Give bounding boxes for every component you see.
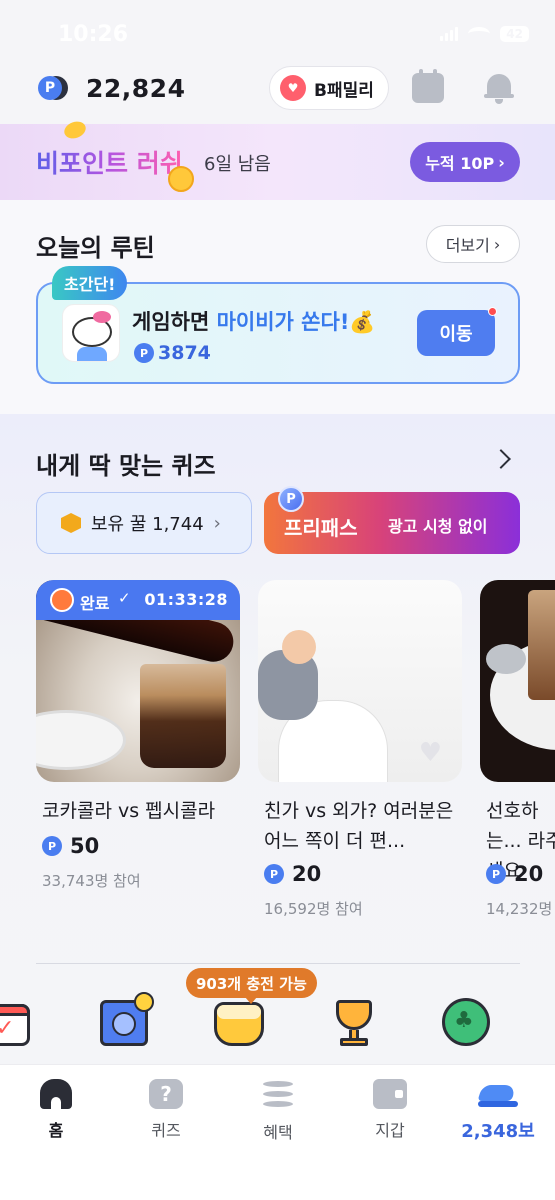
quiz-card-participants: 16,592명 참여 — [264, 900, 363, 918]
more-button[interactable]: 더보기 › — [426, 225, 520, 263]
money-bag-icon: 💰 — [349, 310, 376, 334]
tab-label: 지갑 — [375, 1121, 405, 1140]
more-label: 더보기 — [445, 236, 490, 255]
routine-message: 게임하면 마이비가 쏜다!💰 — [132, 306, 376, 336]
quiz-card-title: 친가 vs 외가? 여러분은 어느 쪽이 더 편... — [264, 800, 454, 852]
point-coin-icon: P — [42, 836, 62, 856]
quiz-card-participants: 14,232명 — [486, 900, 553, 918]
cumulative-points-button[interactable]: 누적 10P › — [410, 142, 520, 182]
honey-hexagon-icon — [61, 513, 81, 533]
clover-icon[interactable]: ♣ — [442, 998, 494, 1050]
chevron-right-icon: › — [493, 234, 501, 254]
top-header: P 22,824 ♥ B패밀리 — [0, 62, 555, 124]
status-time: 10:26 — [58, 22, 129, 47]
banner-title: 비포인트 러쉬 — [36, 144, 183, 180]
routine-message-prefix: 게임하면 — [132, 310, 217, 334]
tab-quiz[interactable]: ? 퀴즈 — [116, 1079, 216, 1145]
tab-wallet[interactable]: 지갑 — [340, 1079, 440, 1145]
quiz-card-participants: 33,743명 참여 — [42, 872, 141, 890]
tab-label: 혜택 — [263, 1123, 293, 1142]
tab-label: 퀴즈 — [151, 1121, 181, 1140]
wifi-icon — [468, 27, 491, 41]
tab-benefit[interactable]: 혜택 — [228, 1079, 328, 1145]
quiz-card-points: P 50 — [42, 834, 99, 858]
coins-icon — [261, 1079, 295, 1111]
status-icons: 42 — [440, 26, 529, 42]
freepass-title: 프리패스 — [284, 516, 358, 540]
quiz-card-points: P 20 — [486, 862, 543, 886]
quiz-card[interactable]: 완료 ✓ 01:33:28 코카콜라 vs 펩시콜라 P 50 33,743명 … — [36, 580, 240, 920]
point-coin-icon: P — [264, 864, 284, 884]
routine-points-value: 3874 — [158, 342, 211, 364]
routine-points: P 3874 — [134, 342, 211, 364]
family-heart-icon: ♥ — [280, 75, 306, 101]
safe-icon[interactable] — [100, 992, 154, 1050]
check-icon: ✓ — [118, 589, 131, 607]
battery-icon: 42 — [500, 26, 529, 42]
bottom-tab-bar: 홈 ? 퀴즈 혜택 지갑 2,348보 — [0, 1064, 555, 1200]
quiz-card-title: 코카콜라 vs 펩시콜라 — [42, 800, 216, 822]
move-button[interactable]: 이동 — [417, 310, 495, 356]
point-balance[interactable]: 22,824 — [86, 74, 185, 103]
quiz-image-cola: 완료 ✓ 01:33:28 — [36, 580, 240, 782]
quiz-icon: ? — [149, 1079, 183, 1109]
wallet-icon — [373, 1079, 407, 1109]
quiz-title: 내게 딱 맞는 퀴즈 — [36, 452, 216, 480]
completed-label: 완료 — [80, 594, 110, 613]
heart-icon[interactable]: ♥ — [419, 738, 442, 768]
honey-jar-icon[interactable] — [214, 998, 266, 1050]
quiz-image-family: ♥ — [258, 580, 462, 782]
charge-tooltip: 903개 충전 가능 — [186, 968, 317, 1004]
alarm-clock-icon — [50, 588, 74, 612]
point-coin-icon: P — [278, 486, 304, 512]
calendar-icon[interactable] — [412, 69, 444, 103]
point-coin-icon: P — [38, 76, 68, 104]
coin-decoration-icon — [168, 166, 194, 192]
sneaker-icon — [478, 1079, 518, 1109]
countdown-timer: 01:33:28 — [144, 590, 228, 609]
banner-days-left: 6일 남음 — [204, 154, 271, 175]
section-divider — [36, 963, 520, 964]
quiz-card-points-value: 20 — [514, 862, 544, 886]
point-coin-icon: P — [486, 864, 506, 884]
chevron-right-icon: › — [498, 152, 505, 172]
quiz-image-cake — [480, 580, 555, 782]
bell-icon[interactable] — [484, 72, 514, 104]
honey-balance-button[interactable]: 보유 꿀 1,744 › — [36, 492, 252, 554]
quick-badge: 초간단! — [52, 266, 128, 300]
point-rush-banner[interactable]: 비포인트 러쉬 6일 남음 누적 10P › — [0, 118, 555, 200]
trophy-icon[interactable] — [328, 998, 380, 1050]
cumulative-label: 누적 10P — [425, 154, 495, 173]
quiz-card[interactable]: ♥ 친가 vs 외가? 여러분은 어느 쪽이 더 편... P 20 16,59… — [258, 580, 462, 920]
chevron-right-icon: › — [213, 512, 221, 534]
routine-message-highlight: 마이비가 쏜다! — [216, 310, 350, 334]
freepass-subtitle: 광고 시청 없이 — [388, 517, 488, 536]
family-button[interactable]: ♥ B패밀리 — [269, 66, 389, 110]
quiz-card[interactable]: 선호하는... 라주세요 P 20 14,232명 — [480, 580, 555, 920]
tab-label: 2,348보 — [461, 1121, 535, 1142]
home-icon — [40, 1079, 72, 1109]
honey-label: 보유 꿀 1,744 — [91, 514, 204, 535]
notification-dot — [488, 307, 497, 316]
completed-bar: 완료 ✓ 01:33:28 — [36, 580, 240, 620]
point-coin-icon: P — [134, 343, 154, 363]
status-bar: 10:26 42 — [0, 0, 555, 62]
tab-label: 홈 — [48, 1121, 64, 1140]
family-label: B패밀리 — [314, 80, 374, 101]
quiz-card-points-value: 50 — [70, 834, 100, 858]
tab-steps[interactable]: 2,348보 — [448, 1079, 548, 1145]
signal-icon — [440, 27, 459, 41]
tab-home[interactable]: 홈 — [6, 1079, 106, 1145]
hello-kitty-thumbnail — [62, 304, 120, 362]
quiz-card-points: P 20 — [264, 862, 321, 886]
calendar-check-icon[interactable]: ✓ — [0, 998, 34, 1050]
quiz-card-points-value: 20 — [292, 862, 322, 886]
routine-title: 오늘의 루틴 — [36, 234, 155, 262]
